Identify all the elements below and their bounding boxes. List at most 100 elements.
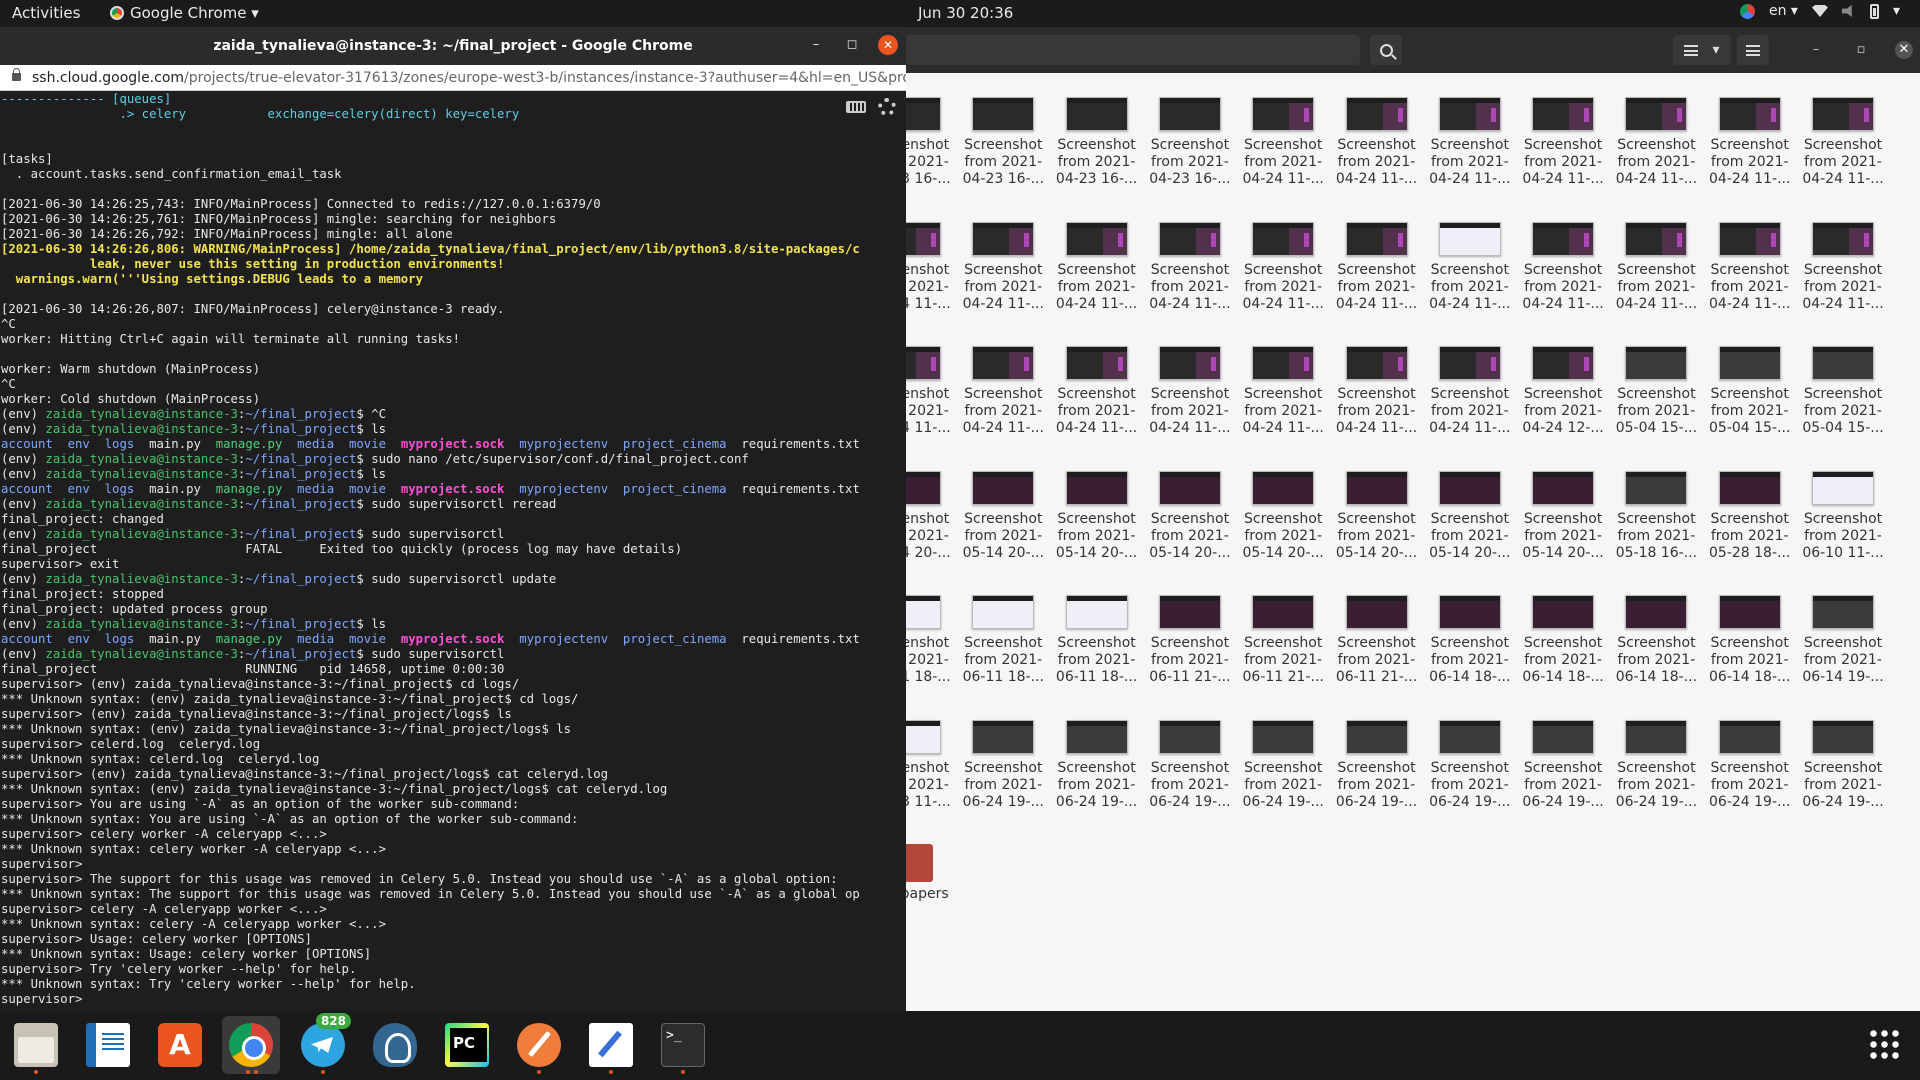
file-item[interactable]: Screenshot from 2021- 06-11 18-... (1052, 595, 1142, 686)
dock-chrome[interactable] (222, 1016, 280, 1074)
file-item[interactable]: Screenshot from 2021- 06-11 21-... (1145, 595, 1235, 686)
file-name-line: from 2021- (1617, 278, 1696, 295)
lock-icon[interactable] (12, 68, 21, 81)
system-tray[interactable]: en ▾ ▾ (1740, 3, 1900, 19)
file-item[interactable]: Screenshot from 2021- 06-11 21-... (1238, 595, 1328, 686)
file-item[interactable]: Screenshot from 2021- 04-24 11-... (1798, 97, 1888, 188)
show-applications-icon[interactable] (1868, 1028, 1900, 1060)
file-item[interactable]: Screenshot from 2021- 06-24 19-... (1238, 719, 1328, 811)
file-item[interactable]: Screenshot from 2021- 04-24 11-... (1425, 97, 1515, 188)
maximize-button[interactable]: ◻ (842, 35, 862, 55)
file-item[interactable]: Screenshot from 2021- 06-24 19-... (1611, 719, 1701, 811)
file-item[interactable]: Screenshot from 2021- 04-24 11-... (1425, 346, 1515, 437)
file-item[interactable]: Screenshot from 2021- 04-24 11-... (1518, 221, 1608, 313)
file-item[interactable]: Screenshot from 2021- 05-14 20-... (1052, 470, 1142, 562)
file-item[interactable]: Screenshot from 2021- 05-18 16-... (1611, 470, 1701, 562)
menu-button[interactable] (1737, 35, 1769, 65)
file-item[interactable]: Screenshot from 2021- 04-24 11-... (1145, 221, 1235, 313)
file-item[interactable]: Screenshot from 2021- 04-24 11-... (1332, 346, 1422, 437)
file-item[interactable]: Screenshot from 2021- 04-24 11-... (958, 346, 1048, 437)
language-selector[interactable]: en ▾ (1769, 3, 1798, 19)
view-toggle-button[interactable]: ▾ (1673, 35, 1731, 65)
file-item[interactable]: Screenshot from 2021- 04-24 11-... (1238, 97, 1328, 188)
file-item[interactable]: Screenshot from 2021- 04-24 11-... (1238, 221, 1328, 313)
file-item[interactable]: Screenshot from 2021- 06-24 19-... (1518, 719, 1608, 811)
address-bar[interactable]: ssh.cloud.google.com/projects/true-eleva… (0, 65, 906, 91)
close-button[interactable]: ✕ (878, 35, 898, 55)
file-item[interactable]: Screenshot from 2021- 04-24 11-... (1798, 221, 1888, 313)
file-item[interactable]: Screenshot from 2021- 06-24 19-... (1425, 719, 1515, 811)
file-item[interactable]: Screenshot from 2021- 06-11 21-... (1332, 595, 1422, 686)
dock-pycharm[interactable] (438, 1016, 496, 1074)
file-item[interactable]: Screenshot from 2021- 05-14 20-... (958, 470, 1048, 562)
file-item[interactable]: Screenshot from 2021- 04-24 11-... (1705, 97, 1795, 188)
ssh-terminal[interactable]: -------------- [queues] .> celery exchan… (0, 92, 906, 1011)
file-item[interactable]: Screenshot from 2021- 04-24 11-... (1425, 221, 1515, 313)
file-item[interactable]: Screenshot from 2021- 05-04 15-... (1798, 346, 1888, 437)
file-item[interactable]: Screenshot from 2021- 04-24 11-... (1052, 346, 1142, 437)
dock-pgadmin[interactable] (366, 1016, 424, 1074)
file-item[interactable]: Screenshot from 2021- 05-04 15-... (1611, 346, 1701, 437)
file-item[interactable]: Screenshot from 2021- 05-14 20-... (1145, 470, 1235, 562)
file-item[interactable]: Screenshot from 2021- 06-10 11-... (1798, 470, 1888, 562)
file-item[interactable]: Screenshot from 2021- 05-14 20-... (1425, 470, 1515, 562)
thumbnail-bar (1346, 596, 1407, 601)
dock-files[interactable] (7, 1016, 65, 1074)
minimize-button[interactable]: – (1807, 41, 1825, 59)
dock-text-editor[interactable] (582, 1016, 640, 1074)
file-item[interactable]: Screenshot from 2021- 04-24 11-... (1052, 221, 1142, 313)
close-button[interactable]: ✕ (1895, 41, 1913, 59)
file-item[interactable]: Screenshot from 2021- 04-24 11-... (1332, 221, 1422, 313)
file-item[interactable]: Screenshot from 2021- 06-14 18-... (1425, 595, 1515, 686)
file-item[interactable]: Screenshot from 2021- 04-24 11-... (1238, 346, 1328, 437)
file-item[interactable]: Screenshot from 2021- 05-14 20-... (1332, 470, 1422, 562)
file-item[interactable]: Screenshot from 2021- 06-14 18-... (1705, 595, 1795, 686)
file-item[interactable]: Screenshot from 2021- 04-24 12-... (1518, 346, 1608, 437)
file-item[interactable]: Screenshot from 2021- 04-23 16-... (958, 97, 1048, 188)
file-item[interactable]: Screenshot from 2021- 06-14 18-... (1518, 595, 1608, 686)
file-item[interactable]: Screenshot from 2021- 04-24 11-... (958, 221, 1048, 313)
keyboard-icon[interactable] (846, 101, 866, 113)
file-name-line: Screenshot (1710, 386, 1789, 402)
volume-icon[interactable] (1841, 5, 1852, 17)
dock-telegram[interactable]: 828 (294, 1013, 352, 1074)
dock-software[interactable]: A (151, 1016, 209, 1074)
dock-writer[interactable] (79, 1016, 137, 1074)
dock-terminal[interactable]: >_ (654, 1016, 712, 1074)
file-item[interactable]: Screenshot from 2021- 04-24 11-... (1145, 346, 1235, 437)
file-item[interactable]: Screenshot from 2021- 05-04 15-... (1705, 346, 1795, 437)
file-item[interactable]: Screenshot from 2021- 06-14 18-... (1611, 595, 1701, 686)
file-item[interactable]: Screenshot from 2021- 06-11 18-... (958, 595, 1048, 686)
path-bar[interactable] (905, 35, 1360, 65)
dock-inkscape[interactable] (510, 1016, 568, 1074)
activities-button[interactable]: Activities (12, 4, 80, 22)
file-item[interactable]: Screenshot from 2021- 05-14 20-... (1238, 470, 1328, 562)
maximize-button[interactable]: ▫ (1852, 41, 1870, 59)
search-button[interactable] (1370, 35, 1402, 65)
file-item[interactable]: Screenshot from 2021- 04-24 11-... (1611, 97, 1701, 188)
file-item[interactable]: Screenshot from 2021- 04-24 11-... (1705, 221, 1795, 313)
file-item[interactable]: Screenshot from 2021- 04-24 11-... (1611, 221, 1701, 313)
file-item[interactable]: Screenshot from 2021- 06-24 19-... (958, 719, 1048, 811)
gear-icon[interactable] (878, 98, 896, 116)
minimize-button[interactable]: – (806, 35, 826, 55)
battery-icon[interactable] (1869, 3, 1879, 19)
file-item[interactable]: Screenshot from 2021- 06-24 19-... (1052, 719, 1142, 811)
chrome-titlebar[interactable]: zaida_tynalieva@instance-3: ~/final_proj… (0, 27, 906, 65)
file-item[interactable]: Screenshot from 2021- 06-24 19-... (1798, 719, 1888, 811)
file-item[interactable]: Screenshot from 2021- 04-23 16-... (1052, 97, 1142, 188)
file-item[interactable]: Screenshot from 2021- 04-23 16-... (1145, 97, 1235, 188)
file-item[interactable]: Screenshot from 2021- 05-14 20-... (1518, 470, 1608, 562)
wifi-icon[interactable] (1811, 5, 1828, 17)
file-item[interactable]: Screenshot from 2021- 06-24 19-... (1332, 719, 1422, 811)
system-menu-arrow[interactable]: ▾ (1893, 3, 1900, 19)
chrome-tray-icon[interactable] (1740, 3, 1755, 19)
file-item[interactable]: Screenshot from 2021- 05-28 18-... (1705, 470, 1795, 562)
file-item[interactable]: Screenshot from 2021- 06-14 19-... (1798, 595, 1888, 686)
file-item[interactable]: Screenshot from 2021- 06-24 19-... (1705, 719, 1795, 811)
file-item[interactable]: Screenshot from 2021- 04-24 11-... (1518, 97, 1608, 188)
file-item[interactable]: Screenshot from 2021- 04-24 11-... (1332, 97, 1422, 188)
clock[interactable]: Jun 30 20:36 (918, 4, 1013, 22)
app-menu[interactable]: Google Chrome ▾ (110, 4, 259, 22)
file-item[interactable]: Screenshot from 2021- 06-24 19-... (1145, 719, 1235, 811)
